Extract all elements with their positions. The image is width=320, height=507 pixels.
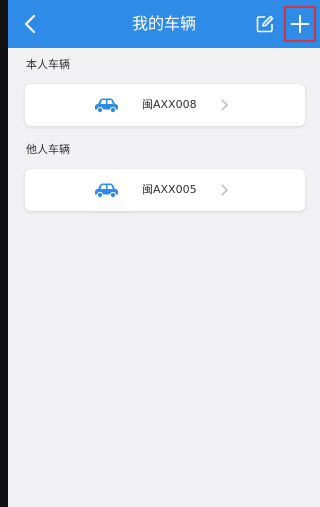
chevron-right-icon xyxy=(221,184,228,196)
plus-icon xyxy=(291,15,309,33)
section-title-own: 本人车辆 xyxy=(26,58,70,71)
chevron-right-icon xyxy=(221,99,228,111)
plate-number: 闽AXX005 xyxy=(142,183,197,196)
vehicle-card[interactable]: 闽AXX005 xyxy=(25,169,305,211)
add-vehicle-button[interactable] xyxy=(286,10,314,38)
section-title-others: 他人车辆 xyxy=(26,143,70,156)
edit-button[interactable] xyxy=(252,11,278,37)
edit-icon xyxy=(256,15,274,33)
car-icon xyxy=(95,98,118,113)
plate-number: 闽AXX008 xyxy=(142,98,197,111)
nav-bar: 我的车辆 xyxy=(8,0,320,48)
vehicle-card[interactable]: 闽AXX008 xyxy=(25,84,305,126)
car-icon xyxy=(95,183,118,198)
screen: 我的车辆 本人车辆 闽AXX008 他人车辆 闽AXX005 xyxy=(8,0,320,507)
